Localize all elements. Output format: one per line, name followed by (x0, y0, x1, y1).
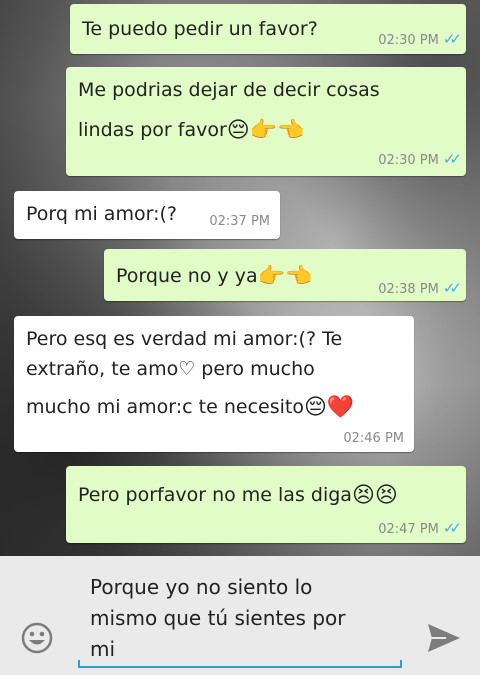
message-outgoing[interactable]: Porque no y ya👉👈 02:38 PM ✓✓ (104, 249, 466, 301)
message-meta: 02:38 PM ✓✓ (378, 279, 462, 299)
message-incoming[interactable]: Porq mi amor:(? 02:37 PM (14, 191, 280, 239)
pensive-pointing-emoji-icon: 😔👉👈 (226, 117, 305, 143)
message-meta: 02:30 PM ✓✓ (378, 150, 462, 170)
message-time: 02:47 PM (378, 522, 439, 537)
input-underline-right (400, 660, 402, 668)
double-check-icon: ✓✓ (442, 150, 462, 168)
message-time: 02:37 PM (209, 214, 270, 229)
message-input-line: mi (90, 637, 116, 661)
message-text-line: Me podrias dejar de decir cosas (78, 79, 380, 101)
message-meta: 02:47 PM ✓✓ (378, 519, 462, 539)
message-input-line: Porque yo no siento lo (90, 575, 313, 599)
message-time: 02:38 PM (378, 282, 439, 297)
message-time: 02:46 PM (343, 431, 404, 446)
message-incoming[interactable]: Pero esq es verdad mi amor:(? Te extraño… (14, 316, 414, 452)
input-underline (78, 666, 402, 668)
message-text-line: mucho mi amor:c te necesito (26, 396, 304, 418)
smiley-icon[interactable] (21, 622, 53, 654)
pointing-fingers-emoji-icon: 👉👈 (257, 263, 313, 289)
message-composer: Porque yo no siento lo mismo que tú sien… (0, 556, 480, 675)
message-meta: 02:30 PM ✓✓ (378, 30, 462, 50)
message-text: Porque no y ya (116, 265, 258, 287)
pensive-heart-emoji-icon: 😔❤️ (303, 394, 355, 420)
message-text: Te puedo pedir un favor? (82, 18, 318, 40)
message-time: 02:30 PM (378, 153, 439, 168)
message-time: 02:30 PM (378, 33, 439, 48)
double-check-icon: ✓✓ (442, 30, 462, 48)
message-input-line: mismo que tú sientes por (90, 606, 346, 630)
persevering-face-emoji-icon: 😣😣 (351, 482, 398, 508)
message-input[interactable]: Porque yo no siento lo mismo que tú sien… (90, 572, 400, 665)
send-icon[interactable] (426, 622, 462, 654)
double-check-icon: ✓✓ (442, 519, 462, 537)
message-outgoing[interactable]: Me podrias dejar de decir cosas lindas p… (66, 67, 466, 176)
message-text-line: Pero esq es verdad mi amor:(? Te (26, 328, 343, 350)
message-text: Pero porfavor no me las diga (78, 484, 352, 506)
message-text-line: extraño, te amo♡ pero mucho (26, 358, 315, 380)
message-text-line: lindas por favor (78, 119, 227, 141)
input-underline-left (78, 660, 80, 668)
message-outgoing[interactable]: Te puedo pedir un favor? 02:30 PM ✓✓ (70, 4, 466, 54)
double-check-icon: ✓✓ (442, 279, 462, 297)
message-outgoing[interactable]: Pero porfavor no me las diga😣😣 02:47 PM ✓… (66, 466, 466, 543)
message-text: Porq mi amor:(? (26, 203, 177, 225)
